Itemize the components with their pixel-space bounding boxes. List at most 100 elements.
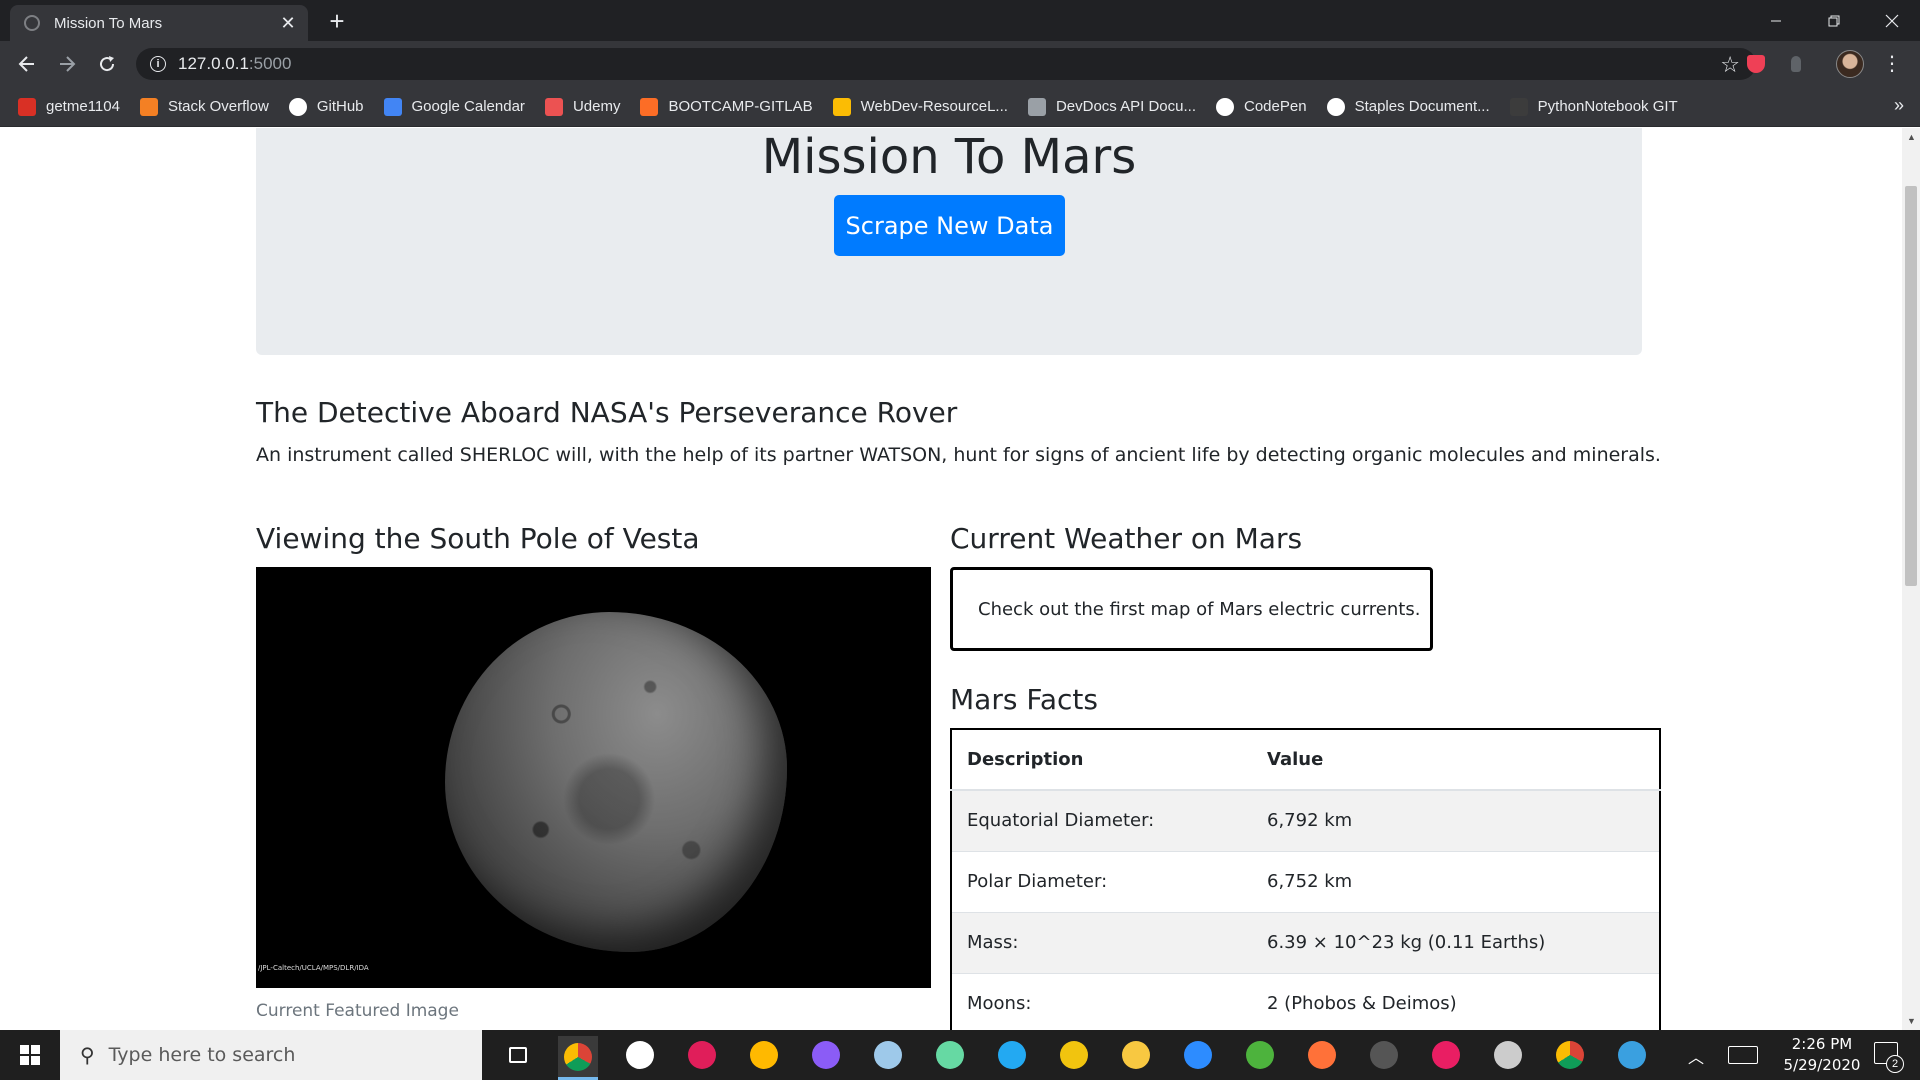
address-bar[interactable]: i 127.0.0.1 :5000 ☆	[136, 48, 1756, 80]
scroll-down-icon[interactable]: ▼	[1907, 1016, 1916, 1026]
search-placeholder: Type here to search	[108, 1044, 296, 1066]
task-view-icon	[509, 1047, 527, 1063]
keyboard-icon[interactable]	[1728, 1046, 1758, 1064]
arrow-right-icon	[60, 56, 76, 72]
file-explorer-icon	[1122, 1041, 1150, 1069]
bookmark-item[interactable]: PythonNotebook GIT	[1509, 97, 1678, 116]
taskbar-app-button[interactable]	[1426, 1036, 1466, 1074]
stackoverflow-icon	[139, 97, 158, 116]
taskbar-app-button[interactable]	[558, 1036, 598, 1080]
bookmarks-bar: getme1104 Stack Overflow GitHub Google Cale…	[0, 87, 1920, 127]
news-title: The Detective Aboard NASA's Perseverance…	[256, 396, 958, 429]
table-row: Polar Diameter: 6,752 km	[951, 850, 1660, 912]
taskbar-app-button[interactable]	[498, 1036, 538, 1074]
weather-text: Check out the first map of Mars electric…	[978, 598, 1421, 620]
bookmark-label: WebDev-ResourceL...	[860, 98, 1008, 115]
page-title: Mission To Mars	[761, 129, 1137, 185]
mongodb-icon	[1246, 1041, 1274, 1069]
bookmark-item[interactable]: CodePen	[1216, 97, 1307, 116]
taskbar-app-button[interactable]	[1240, 1036, 1280, 1074]
bookmark-item[interactable]: Google Calendar	[383, 97, 525, 116]
page-scrollbar[interactable]: ▲ ▼	[1902, 128, 1920, 1030]
tab-mission-to-mars[interactable]: Mission To Mars ✕	[10, 5, 308, 41]
extension-button[interactable]	[1784, 52, 1808, 76]
table-cell: Equatorial Diameter:	[951, 789, 1252, 851]
table-header-row: Description Value	[951, 729, 1660, 791]
scrollbar-thumb[interactable]	[1905, 186, 1917, 586]
bookmark-label: GitHub	[316, 98, 364, 115]
taskbar-app-button[interactable]	[1054, 1036, 1094, 1074]
pocket-extension-button[interactable]	[1744, 52, 1768, 76]
bookmark-item[interactable]: DevDocs API Docu...	[1027, 97, 1196, 116]
gmail-icon	[18, 97, 36, 116]
table-cell: Polar Diameter:	[951, 850, 1252, 912]
taskbar-app-button[interactable]	[930, 1036, 970, 1074]
taskbar-search[interactable]: ⚲ Type here to search	[60, 1030, 482, 1080]
minimize-button[interactable]	[1748, 0, 1804, 41]
table-header: Value	[1252, 729, 1660, 791]
table-row: Equatorial Diameter: 6,792 km	[951, 789, 1660, 851]
bookmark-item[interactable]: BOOTCAMP-GITLAB	[640, 97, 813, 116]
star-icon[interactable]: ☆	[1720, 52, 1740, 78]
new-tab-button[interactable]: +	[322, 6, 352, 36]
table-cell: 6,792 km	[1252, 789, 1660, 851]
close-icon[interactable]: ✕	[278, 13, 298, 34]
taskbar-app-button[interactable]	[1116, 1036, 1156, 1074]
back-button[interactable]	[13, 50, 41, 78]
taskbar-app-button[interactable]	[992, 1036, 1032, 1074]
taskbar-app-button[interactable]	[1364, 1036, 1404, 1074]
bookmark-item[interactable]: Staples Document...	[1326, 97, 1490, 116]
atom-icon	[936, 1041, 964, 1069]
arrow-left-icon	[18, 56, 34, 72]
window-close-button[interactable]	[1864, 0, 1920, 41]
forward-button[interactable]	[53, 50, 81, 78]
bookmark-item[interactable]: Udemy	[544, 97, 621, 116]
calendar-icon	[383, 97, 402, 116]
restore-button[interactable]	[1806, 0, 1862, 41]
bookmark-label: DevDocs API Docu...	[1055, 98, 1196, 115]
clock-time: 2:26 PM	[1791, 1035, 1853, 1053]
reload-button[interactable]	[93, 50, 121, 78]
settings-icon	[626, 1041, 654, 1069]
url-port: :5000	[248, 54, 292, 73]
info-icon[interactable]: i	[150, 56, 166, 72]
avatar[interactable]	[1836, 50, 1864, 78]
scrape-new-data-button[interactable]: Scrape New Data	[834, 195, 1065, 256]
image-caption: Current Featured Image	[256, 1001, 459, 1021]
start-button[interactable]	[0, 1030, 60, 1080]
codepen-icon	[1216, 97, 1234, 116]
bookmark-item[interactable]: WebDev-ResourceL...	[832, 97, 1008, 116]
bookmark-label: Stack Overflow	[167, 98, 269, 115]
bookmark-label: getme1104	[46, 98, 120, 115]
taskbar-app-button[interactable]	[744, 1036, 784, 1074]
chevron-right-icon[interactable]: »	[1894, 95, 1904, 116]
table-header: Description	[951, 729, 1252, 791]
taskbar-app-button[interactable]	[1612, 1036, 1652, 1074]
taskbar-app-button[interactable]	[682, 1036, 722, 1074]
bookmark-label: Udemy	[572, 98, 621, 115]
table-cell: 6.39 × 10^23 kg (0.11 Earths)	[1252, 911, 1660, 973]
taskbar-app-button[interactable]	[620, 1036, 660, 1074]
taskbar-app-button[interactable]	[1302, 1036, 1342, 1074]
bookmark-item[interactable]: getme1104	[18, 97, 120, 116]
vesta-asteroid-image	[445, 612, 787, 952]
featured-image-title: Viewing the South Pole of Vesta	[256, 522, 700, 555]
chevron-up-icon[interactable]: ︿	[1688, 1044, 1704, 1068]
bookmark-item[interactable]: Stack Overflow	[139, 97, 269, 116]
scroll-up-icon[interactable]: ▲	[1907, 132, 1916, 142]
weather-box: Check out the first map of Mars electric…	[950, 567, 1433, 651]
menu-icon[interactable]: ⋮	[1880, 50, 1904, 78]
taskbar-app-button[interactable]	[1550, 1036, 1590, 1074]
taskbar-app-button[interactable]	[1488, 1036, 1528, 1074]
taskbar-app-button[interactable]	[1178, 1036, 1218, 1074]
featured-image: /JPL-Caltech/UCLA/MPS/DLR/IDA	[256, 567, 931, 988]
table-cell: Moons:	[951, 972, 1252, 1030]
table-row: Mass: 6.39 × 10^23 kg (0.11 Earths)	[951, 911, 1660, 973]
taskbar-app-button[interactable]	[868, 1036, 908, 1074]
bookmark-item[interactable]: GitHub	[288, 97, 364, 116]
git-icon	[1060, 1041, 1088, 1069]
system-clock[interactable]: 2:26 PM 5/29/2020	[1772, 1034, 1872, 1076]
browser-toolbar: i 127.0.0.1 :5000 ☆ ⋮	[0, 41, 1920, 87]
table-row: Moons: 2 (Phobos & Deimos)	[951, 972, 1660, 1030]
taskbar-app-button[interactable]	[806, 1036, 846, 1074]
